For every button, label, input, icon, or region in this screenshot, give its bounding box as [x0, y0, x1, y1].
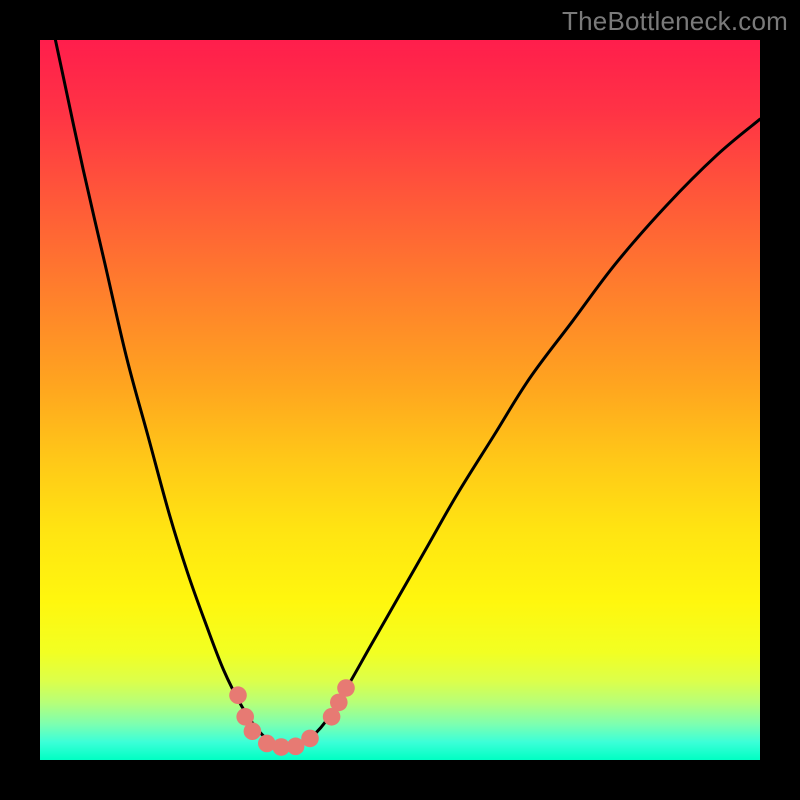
data-marker [301, 730, 319, 748]
data-marker [244, 722, 262, 740]
watermark-text: TheBottleneck.com [562, 6, 788, 37]
data-marker [229, 686, 247, 704]
data-marker [337, 679, 355, 697]
plot-area [40, 40, 760, 760]
chart-frame: TheBottleneck.com [0, 0, 800, 800]
bottleneck-curve [40, 40, 760, 760]
